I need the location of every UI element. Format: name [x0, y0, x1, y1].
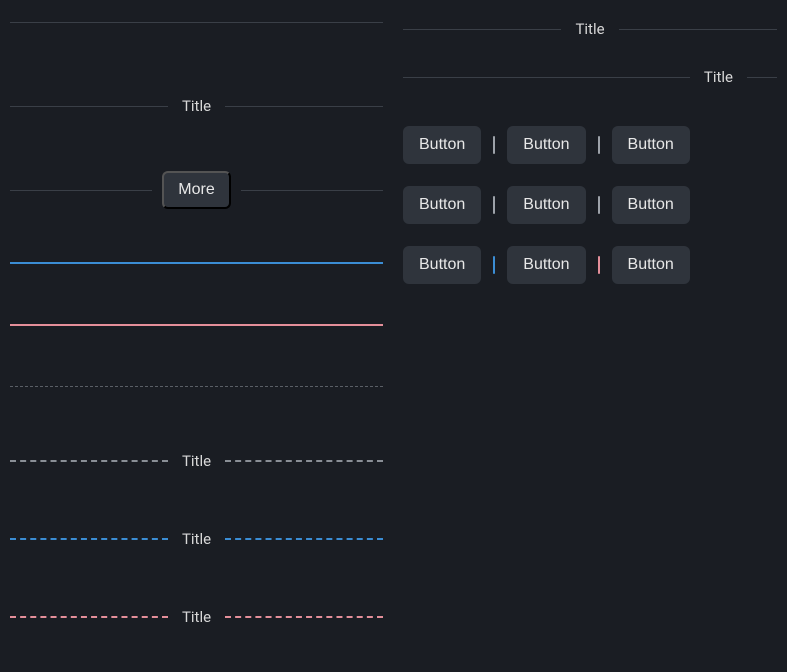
button[interactable]: Button — [403, 126, 481, 164]
divider-with-title: Title — [10, 94, 383, 118]
divider-line — [225, 538, 383, 540]
divider-line — [619, 29, 777, 30]
vertical-separator — [598, 196, 600, 214]
vertical-separator — [493, 196, 495, 214]
divider-label: Title — [168, 530, 225, 548]
button-grid: Button Button Button Button Button Butto… — [403, 126, 777, 284]
divider-line — [10, 106, 168, 107]
divider-with-chip: More — [10, 178, 383, 202]
divider-line — [403, 29, 561, 30]
button[interactable]: Button — [612, 126, 690, 164]
divider-dashed-pink-title: Title — [10, 608, 383, 626]
divider-line — [10, 460, 168, 462]
divider-line — [10, 22, 383, 23]
divider-dashed-blue-title: Title — [10, 530, 383, 548]
divider-line — [241, 190, 383, 191]
divider-title-centered: Title — [403, 20, 777, 38]
button-row: Button Button Button — [403, 126, 777, 164]
divider-blue-solid — [10, 262, 383, 264]
vertical-separator — [598, 136, 600, 154]
button[interactable]: Button — [507, 186, 585, 224]
button-row: Button Button Button — [403, 186, 777, 224]
vertical-separator — [493, 136, 495, 154]
vertical-separator-pink — [598, 256, 600, 274]
button[interactable]: Button — [612, 186, 690, 224]
divider-plain — [10, 10, 383, 34]
divider-pink-solid — [10, 324, 383, 326]
divider-line — [10, 190, 152, 191]
divider-title-right: Title — [403, 68, 777, 86]
button-row: Button Button Button — [403, 246, 777, 284]
divider-line — [10, 538, 168, 540]
divider-line — [225, 616, 383, 618]
divider-line — [747, 77, 777, 78]
divider-gray-dashed-thin — [10, 386, 383, 387]
vertical-separator-blue — [493, 256, 495, 274]
more-button[interactable]: More — [162, 171, 230, 209]
divider-dashed-gray-title: Title — [10, 452, 383, 470]
button[interactable]: Button — [612, 246, 690, 284]
divider-label: Title — [690, 68, 747, 86]
button[interactable]: Button — [403, 186, 481, 224]
divider-line — [10, 616, 168, 618]
divider-label: Title — [561, 20, 618, 38]
divider-label: Title — [168, 452, 225, 470]
button[interactable]: Button — [507, 246, 585, 284]
button[interactable]: Button — [507, 126, 585, 164]
divider-line — [225, 106, 383, 107]
divider-label: Title — [168, 97, 225, 115]
divider-label: Title — [168, 608, 225, 626]
divider-line — [403, 77, 690, 78]
button[interactable]: Button — [403, 246, 481, 284]
divider-line — [225, 460, 383, 462]
